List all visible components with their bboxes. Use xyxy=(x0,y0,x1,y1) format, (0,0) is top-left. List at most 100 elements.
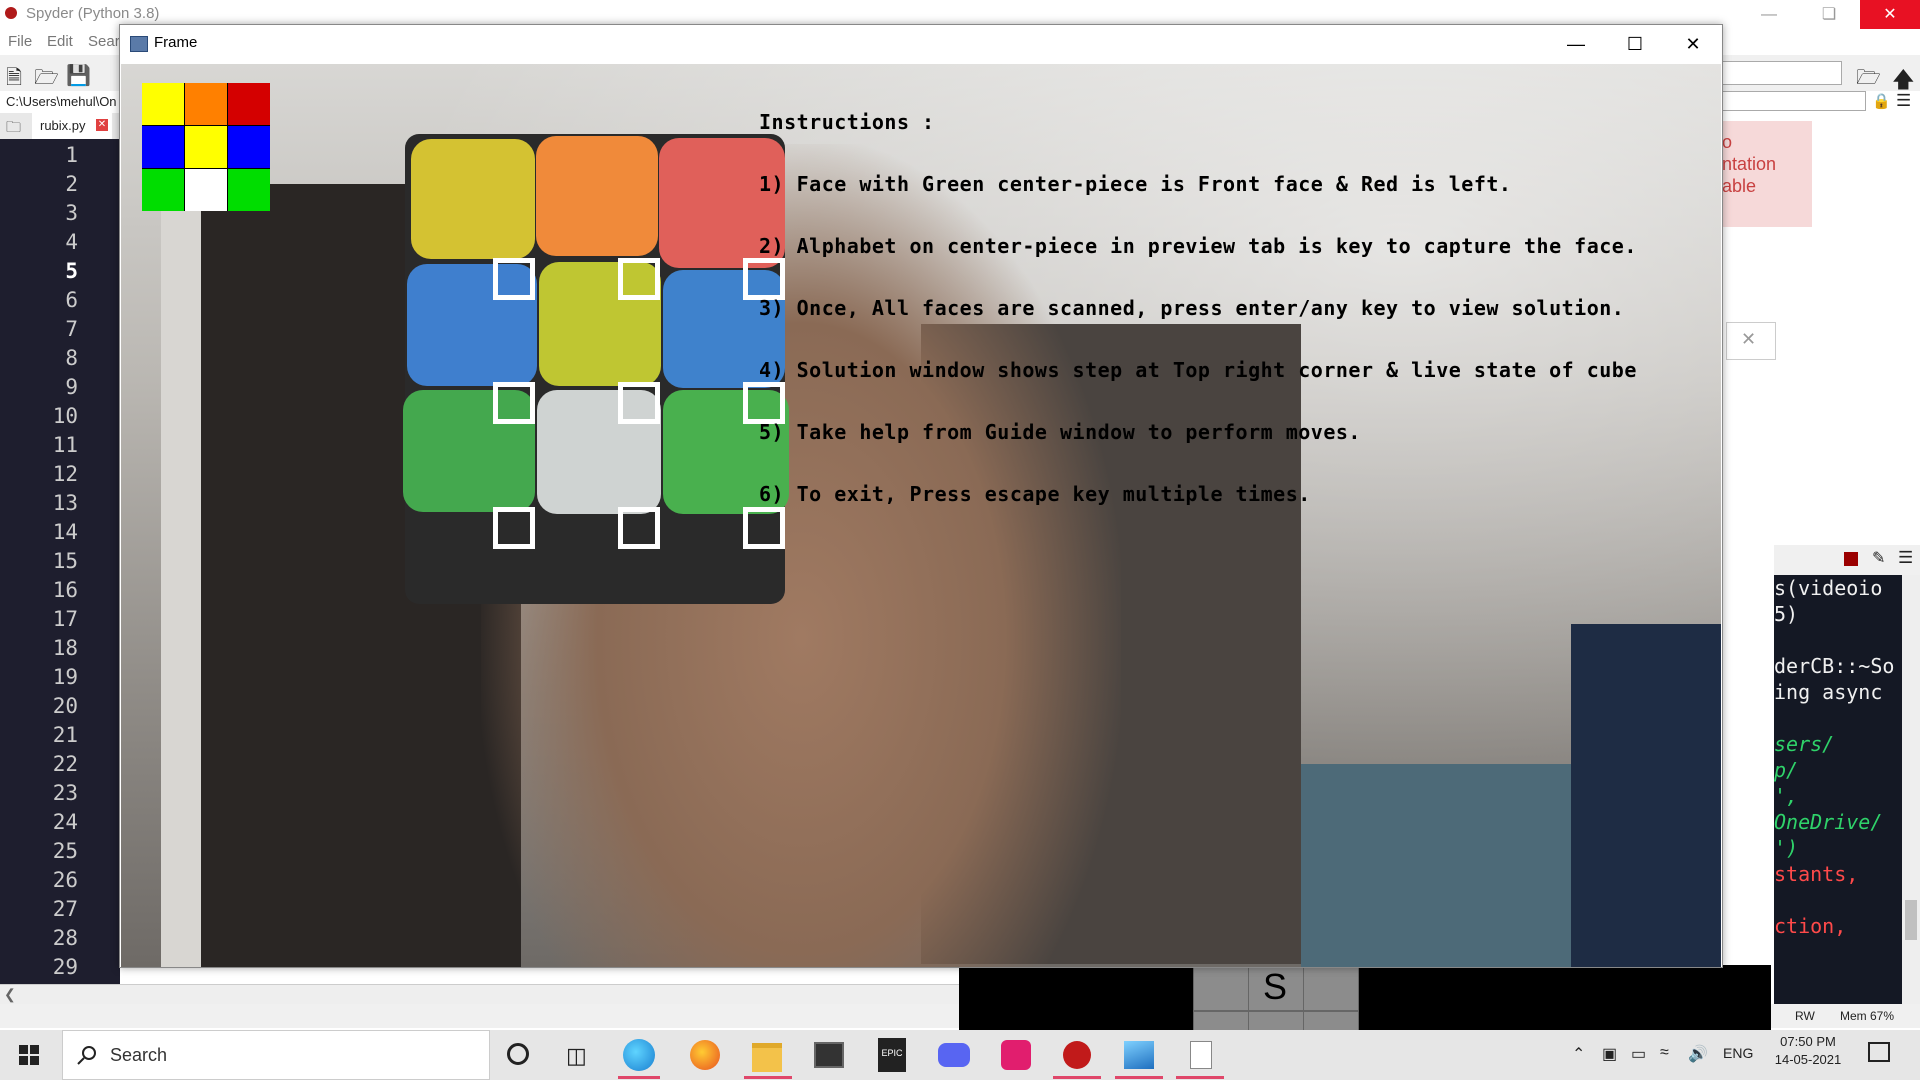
close-icon[interactable]: ✕ xyxy=(1741,329,1756,350)
instruction-line: 6) To exit, Press escape key multiple ti… xyxy=(759,482,1311,506)
frame-titlebar: Frame — ☐ ✕ xyxy=(120,25,1722,63)
help-pane: o ntation able xyxy=(1722,113,1920,227)
notice-line: o xyxy=(1722,132,1733,152)
stop-icon[interactable] xyxy=(1844,552,1858,566)
preview-cell xyxy=(185,83,227,125)
preview-cell xyxy=(142,126,184,168)
instruction-line: 2) Alphabet on center-piece in preview t… xyxy=(759,234,1637,258)
photos-icon[interactable] xyxy=(1124,1041,1154,1069)
find-input[interactable] xyxy=(1722,91,1866,111)
spyder-title: Spyder (Python 3.8) xyxy=(26,5,160,22)
solution-cell xyxy=(1303,1011,1359,1032)
console-line: 5) xyxy=(1774,602,1799,626)
rubiks-cube xyxy=(281,124,881,644)
console-line: s(videoio xyxy=(1774,576,1883,600)
clear-console-icon[interactable]: ✎ xyxy=(1872,548,1885,568)
console-line: ') xyxy=(1774,836,1799,860)
working-dir-combo[interactable] xyxy=(1722,61,1842,85)
file-explorer-icon[interactable] xyxy=(752,1043,782,1072)
line-number: 2 xyxy=(65,172,78,196)
cortana-icon[interactable] xyxy=(507,1043,529,1065)
epic-games-icon[interactable]: EPIC xyxy=(878,1038,906,1072)
solution-cell xyxy=(1193,1011,1249,1032)
taskbar-search-box[interactable]: Search xyxy=(62,1030,490,1080)
line-number: 13 xyxy=(52,491,78,515)
instruction-line: 5) Take help from Guide window to perfor… xyxy=(759,420,1361,444)
line-number: 12 xyxy=(52,462,78,486)
edge-icon[interactable] xyxy=(623,1039,655,1071)
console-menu-icon[interactable]: ☰ xyxy=(1898,548,1913,568)
menu-search[interactable]: Sear xyxy=(88,33,120,50)
line-number: 22 xyxy=(52,752,78,776)
wifi-icon[interactable]: ≈ xyxy=(1660,1044,1669,1062)
solution-center-letter: S xyxy=(1263,966,1288,1007)
console-scrollbar[interactable] xyxy=(1902,575,1920,1005)
instruction-line: 4) Solution window shows step at Top rig… xyxy=(759,358,1637,382)
tab-rubix[interactable]: rubix.py ✕ xyxy=(32,113,112,139)
search-placeholder: Search xyxy=(110,1045,168,1065)
line-number: 18 xyxy=(52,636,78,660)
console-line: sers/ xyxy=(1774,732,1835,756)
line-number: 27 xyxy=(52,897,78,921)
menu-file[interactable]: File xyxy=(8,33,32,50)
line-number: 23 xyxy=(52,781,78,805)
line-number: 1 xyxy=(65,143,78,167)
line-number: 19 xyxy=(52,665,78,689)
battery-icon[interactable]: ▭ xyxy=(1631,1044,1646,1064)
language-indicator[interactable]: ENG xyxy=(1723,1045,1753,1061)
task-view-icon[interactable]: ◫ xyxy=(566,1043,587,1069)
spyder-logo-icon xyxy=(5,7,17,19)
tab-label: rubix.py xyxy=(40,118,86,133)
line-number: 24 xyxy=(52,810,78,834)
frame-maximize-button[interactable]: ☐ xyxy=(1606,25,1664,63)
console-line: p/ xyxy=(1774,758,1799,782)
discord-icon[interactable] xyxy=(938,1043,970,1067)
console-toolbar: ✎ ☰ xyxy=(1774,545,1920,575)
console-output: s(videoio 5) derCB::~So ing async sers/p/', O… xyxy=(1774,575,1894,939)
instructions-title: Instructions : xyxy=(759,110,935,134)
spyder-icon[interactable] xyxy=(1063,1041,1091,1069)
show-hidden-icons-icon[interactable]: ⌃ xyxy=(1572,1044,1585,1064)
preview-cell xyxy=(228,83,270,125)
spyder-close-button[interactable]: ✕ xyxy=(1860,0,1920,29)
clock[interactable]: 07:50 PM 14-05-2021 xyxy=(1770,1034,1846,1067)
notice-line: able xyxy=(1722,176,1757,196)
whatsapp-icon[interactable] xyxy=(1001,1040,1031,1070)
ipython-console[interactable]: s(videoio 5) derCB::~So ing async sers/p/', O… xyxy=(1774,575,1920,1005)
preview-cell xyxy=(228,169,270,211)
scroll-left-icon[interactable]: ❮ xyxy=(4,986,16,1003)
camera-feed: Instructions : 1) Face with Green center… xyxy=(121,64,1721,967)
save-icon[interactable]: 💾 xyxy=(66,63,91,88)
line-number: 10 xyxy=(52,404,78,428)
frame-minimize-button[interactable]: — xyxy=(1547,25,1605,63)
code-editor[interactable]: 1 2 3 4 5 6 7 8 9 10 11 12 13 14 15 16 17 18 19 20 21 22 23 24 2… xyxy=(0,139,120,984)
console-scroll-thumb[interactable] xyxy=(1905,900,1917,940)
menu-edit[interactable]: Edit xyxy=(47,33,73,50)
preview-cell xyxy=(228,126,270,168)
windows-start-icon[interactable] xyxy=(19,1045,39,1065)
spyder-minimize-button[interactable]: — xyxy=(1746,0,1792,29)
spyder-restore-button[interactable]: ❏ xyxy=(1806,0,1852,29)
close-tab-icon[interactable]: ✕ xyxy=(96,119,108,131)
editor-hscrollbar[interactable]: ❮ xyxy=(0,984,960,1005)
line-number: 15 xyxy=(52,549,78,573)
console-line: ing async xyxy=(1774,680,1883,704)
firefox-icon[interactable] xyxy=(690,1040,720,1070)
meet-now-icon[interactable]: ▣ xyxy=(1602,1044,1617,1064)
volume-icon[interactable]: 🔊 xyxy=(1688,1044,1708,1064)
notepad-icon[interactable] xyxy=(1190,1041,1212,1069)
line-number: 5 xyxy=(65,259,78,283)
frame-close-button[interactable]: ✕ xyxy=(1664,25,1722,63)
lock-icon[interactable]: 🔒 xyxy=(1872,92,1891,110)
line-number: 7 xyxy=(65,317,78,341)
sleeve xyxy=(1571,624,1721,967)
line-number: 4 xyxy=(65,230,78,254)
notifications-icon[interactable] xyxy=(1868,1042,1890,1062)
terminal-icon[interactable] xyxy=(814,1042,844,1068)
line-number: 17 xyxy=(52,607,78,631)
active-indicator xyxy=(618,1076,660,1079)
pane-menu-icon[interactable]: ☰ xyxy=(1896,91,1911,111)
line-number: 14 xyxy=(52,520,78,544)
line-number: 26 xyxy=(52,868,78,892)
